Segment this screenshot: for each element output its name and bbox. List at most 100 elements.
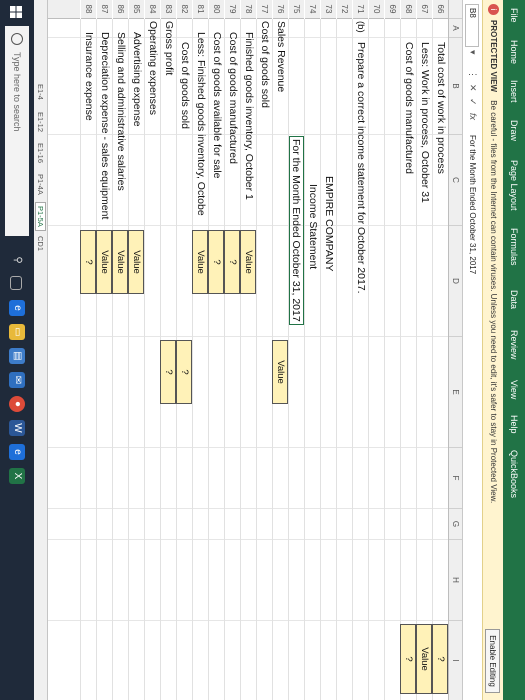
windows-start-icon[interactable] <box>10 6 23 18</box>
cell-a88[interactable]: Insurance expense <box>81 32 96 121</box>
column-header-e[interactable]: E <box>449 337 462 448</box>
row-header-80[interactable]: 80 <box>209 0 224 19</box>
row-header-85[interactable]: 85 <box>129 0 144 19</box>
tab-review[interactable]: Review <box>509 330 519 360</box>
row-header-81[interactable]: 81 <box>193 0 208 19</box>
cell-b75-period[interactable]: For the Month Ended October 31, 2017 <box>289 136 304 325</box>
row-header-86[interactable]: 86 <box>113 0 128 19</box>
column-header-g[interactable]: G <box>449 509 462 540</box>
row-header-83[interactable]: 83 <box>161 0 176 19</box>
cell-e83[interactable]: ? <box>160 340 176 404</box>
tab-page-layout[interactable]: Page Layout <box>509 160 519 211</box>
sheet-tab-e1-12[interactable]: E1-12 <box>36 112 45 132</box>
row-header-68[interactable]: 68 <box>401 0 416 19</box>
cell-b71[interactable]: Prepare a correct income statement for O… <box>353 42 368 294</box>
cell-a79[interactable]: Cost of goods manufactured <box>225 32 240 164</box>
edge-icon[interactable]: e <box>9 300 25 316</box>
row-header-75[interactable]: 75 <box>289 0 304 19</box>
cell-e76[interactable]: Value <box>272 340 288 404</box>
file-explorer-icon[interactable]: ▭ <box>9 324 25 340</box>
tab-file[interactable]: File <box>509 8 519 23</box>
row-header-87[interactable]: 87 <box>97 0 112 19</box>
cell-a84[interactable]: Operating expenses <box>145 21 160 115</box>
row-header-82[interactable]: 82 <box>177 0 192 19</box>
insert-function-icon[interactable]: fx <box>468 113 478 120</box>
tab-quickbooks[interactable]: QuickBooks <box>509 450 519 498</box>
column-header-d[interactable]: D <box>449 226 462 337</box>
word-icon[interactable]: W <box>9 420 25 436</box>
row-header-88[interactable]: 88 <box>81 0 96 19</box>
tab-draw[interactable]: Draw <box>509 120 519 141</box>
cell-d86[interactable]: Value <box>112 230 128 294</box>
row-header-71[interactable]: 71 <box>353 0 368 19</box>
row-header-79[interactable]: 79 <box>225 0 240 19</box>
formula-input[interactable]: For the Month Ended October 31, 2017 <box>468 135 477 274</box>
cell-b68[interactable]: Cost of goods manufactured <box>401 42 416 174</box>
cell-d88[interactable]: ? <box>80 230 96 294</box>
microphone-icon[interactable]: ⚲ <box>9 252 25 268</box>
cell-statement-title[interactable]: Income Statement <box>305 184 320 269</box>
tab-formulas[interactable]: Formulas <box>509 228 519 266</box>
cell-d85[interactable]: Value <box>128 230 144 294</box>
sheet-tab-p1-5a[interactable]: P1-5A <box>35 202 46 231</box>
taskbar-search-box[interactable]: Type here to search <box>5 26 29 236</box>
column-header-f[interactable]: F <box>449 448 462 509</box>
sheet-tab-e1-16[interactable]: E1-16 <box>36 143 45 163</box>
name-box-dropdown-icon[interactable]: ▾ <box>467 50 478 55</box>
cell-company-name[interactable]: EMPIRE COMPANY <box>321 176 336 271</box>
sheet-tab-e1-4[interactable]: E1-4 <box>36 84 45 100</box>
column-header-i[interactable]: I <box>449 621 462 700</box>
cell-i66[interactable]: ? <box>432 624 448 694</box>
column-header-c[interactable]: C <box>449 135 462 226</box>
tab-help[interactable]: Help <box>509 415 519 434</box>
cell-i67[interactable]: Value <box>416 624 432 694</box>
column-header-a[interactable]: A <box>449 19 462 38</box>
row-header-69[interactable]: 69 <box>385 0 400 19</box>
tab-insert[interactable]: Insert <box>509 80 519 103</box>
cell-a78[interactable]: Finished goods inventory, October 1 <box>241 32 256 200</box>
row-header-74[interactable]: 74 <box>305 0 320 19</box>
row-header-67[interactable]: 67 <box>417 0 432 19</box>
cell-a87[interactable]: Depreciation expense - sales equipment <box>97 32 112 228</box>
cell-a77[interactable]: Cost of goods sold <box>257 21 272 108</box>
cancel-icon[interactable]: ✕ <box>467 84 478 92</box>
cell-d79[interactable]: ? <box>224 230 240 294</box>
select-all-corner[interactable] <box>449 0 462 19</box>
store-icon[interactable]: ▤ <box>9 348 25 364</box>
cell-b66[interactable]: Total cost of work in process <box>433 42 448 174</box>
cell-d81[interactable]: Value <box>192 230 208 294</box>
row-header-76[interactable]: 76 <box>273 0 288 19</box>
cell-d78[interactable]: Value <box>240 230 256 294</box>
edge-icon-2[interactable]: e <box>9 444 25 460</box>
enable-editing-button[interactable]: Enable Editing <box>485 629 500 693</box>
cell-b67[interactable]: Less: Work in process, October 31 <box>417 42 432 203</box>
cell-a81[interactable]: Less: Finished goods inventory, Octobe <box>193 32 208 224</box>
sheet-tab-p1-4a[interactable]: P1-4A <box>36 174 45 195</box>
cell-a80[interactable]: Cost of goods available for sale <box>209 32 224 179</box>
name-box[interactable]: B8 <box>465 4 479 47</box>
sheet-tab-cd1[interactable]: CD1 <box>36 236 45 251</box>
row-header-66[interactable]: 66 <box>433 0 448 19</box>
row-header-78[interactable]: 78 <box>241 0 256 19</box>
tab-data[interactable]: Data <box>509 290 519 309</box>
worksheet-grid[interactable]: 66 67 68 69 70 71 72 73 74 75 76 77 78 7… <box>48 0 448 700</box>
row-header-84[interactable]: 84 <box>145 0 160 19</box>
enter-icon[interactable]: ✓ <box>467 98 478 106</box>
row-header-72[interactable]: 72 <box>337 0 352 19</box>
cell-a86[interactable]: Selling and administrative salaries <box>113 32 128 191</box>
tab-home[interactable]: Home <box>509 40 519 64</box>
cell-i68[interactable]: ? <box>400 624 416 694</box>
cell-a82[interactable]: Cost of goods sold <box>177 42 192 129</box>
cell-e82[interactable]: ? <box>176 340 192 404</box>
row-header-70[interactable]: 70 <box>369 0 384 19</box>
tab-view[interactable]: View <box>509 380 519 399</box>
cell-d80[interactable]: ? <box>208 230 224 294</box>
cell-a71[interactable]: (b) <box>353 21 368 33</box>
row-header-77[interactable]: 77 <box>257 0 272 19</box>
cell-a83[interactable]: Gross profit <box>161 21 176 75</box>
column-header-h[interactable]: H <box>449 540 462 621</box>
task-view-icon[interactable] <box>10 276 22 290</box>
mail-icon[interactable]: ✉ <box>9 372 25 388</box>
cell-a76[interactable]: Sales Revenue <box>273 21 288 92</box>
column-header-b[interactable]: B <box>449 38 462 135</box>
